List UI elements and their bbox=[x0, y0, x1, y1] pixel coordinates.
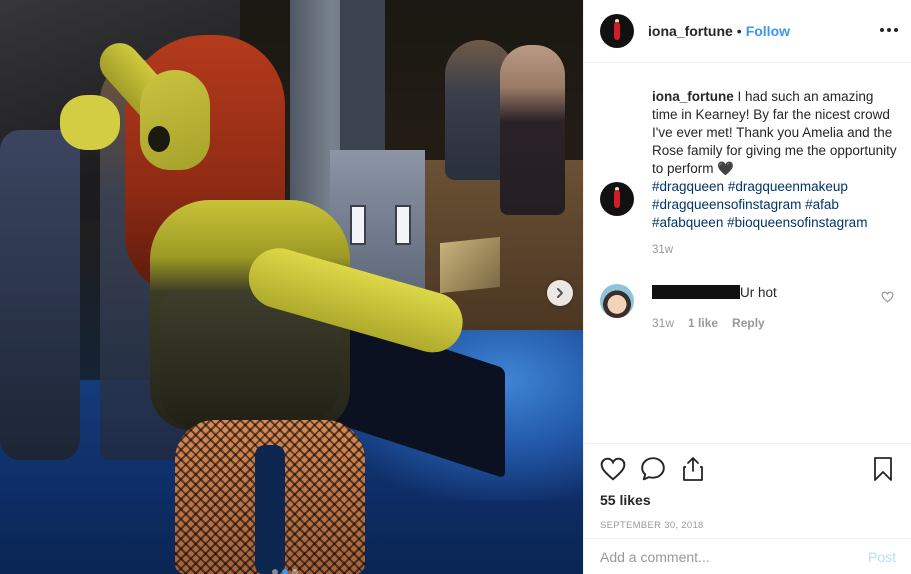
photo-performer-face bbox=[140, 70, 210, 170]
like-button[interactable] bbox=[600, 456, 626, 482]
carousel-dot bbox=[272, 569, 278, 574]
follow-button[interactable]: Follow bbox=[746, 23, 790, 39]
comment-body: Ur hot bbox=[652, 284, 900, 302]
photo-performer-hand bbox=[60, 95, 120, 150]
hashtag-link[interactable]: #dragqueensofinstagram bbox=[652, 197, 801, 212]
post-date[interactable]: SEPTEMBER 30, 2018 bbox=[584, 508, 911, 531]
caption-timestamp[interactable]: 31w bbox=[652, 244, 900, 256]
comment-composer: Post bbox=[584, 538, 911, 574]
comment: Ur hot 31w 1 like Reply bbox=[600, 284, 900, 330]
hashtag-link[interactable]: #afab bbox=[805, 197, 839, 212]
photo-prop-window bbox=[395, 205, 411, 245]
comment-timestamp[interactable]: 31w bbox=[652, 316, 674, 330]
caption-text: iona_fortune I had such an amazing time … bbox=[652, 88, 900, 232]
post-header: iona_fortune • Follow bbox=[584, 0, 911, 63]
reply-button[interactable]: Reply bbox=[732, 316, 765, 330]
photo-prop-window bbox=[350, 205, 366, 245]
comment-button[interactable] bbox=[640, 456, 666, 482]
photo-performer-mouth bbox=[148, 126, 170, 152]
photo-spectator bbox=[500, 45, 565, 215]
post-photo[interactable] bbox=[0, 0, 583, 574]
hashtag-link[interactable]: #bioqueensofinstagram bbox=[727, 215, 867, 230]
carousel-dot bbox=[282, 569, 288, 574]
photo-performer-legs-gap bbox=[255, 445, 285, 574]
photo-spectator bbox=[0, 130, 80, 460]
redacted-username bbox=[652, 285, 740, 299]
likes-count[interactable]: 55 likes bbox=[584, 482, 911, 508]
separator: • bbox=[736, 23, 742, 39]
more-horizontal-icon bbox=[880, 28, 898, 32]
avatar[interactable] bbox=[600, 14, 634, 48]
hashtag-link[interactable]: #afabqueen bbox=[652, 215, 723, 230]
share-icon bbox=[683, 457, 703, 481]
post-sidebar: iona_fortune • Follow iona_fortune I had… bbox=[583, 0, 911, 574]
bookmark-icon bbox=[874, 457, 892, 481]
photo-pillar-shadow bbox=[340, 0, 385, 150]
more-options-button[interactable] bbox=[877, 20, 901, 40]
chevron-right-icon bbox=[557, 288, 563, 298]
hashtag-link[interactable]: #dragqueenmakeup bbox=[728, 179, 848, 194]
speech-bubble-icon bbox=[641, 457, 665, 481]
comment-text: Ur hot bbox=[740, 285, 777, 300]
comment-likes[interactable]: 1 like bbox=[688, 316, 718, 330]
username[interactable]: iona_fortune bbox=[648, 23, 733, 39]
photo-bar-sign bbox=[440, 236, 500, 294]
comment-input[interactable] bbox=[600, 548, 868, 565]
heart-icon bbox=[600, 457, 626, 481]
comments-list[interactable]: iona_fortune I had such an amazing time … bbox=[584, 64, 911, 444]
caption: iona_fortune I had such an amazing time … bbox=[600, 88, 900, 256]
comment-meta: 31w 1 like Reply bbox=[652, 316, 900, 330]
caption-username[interactable]: iona_fortune bbox=[652, 89, 734, 104]
heart-icon bbox=[881, 291, 894, 303]
carousel-indicator bbox=[272, 569, 298, 574]
comment-like-button[interactable] bbox=[881, 290, 894, 308]
action-icons bbox=[584, 444, 911, 482]
carousel-dot bbox=[292, 569, 298, 574]
hashtag-link[interactable]: #dragqueen bbox=[652, 179, 724, 194]
post-comment-button[interactable]: Post bbox=[868, 549, 896, 565]
avatar[interactable] bbox=[600, 182, 634, 216]
share-button[interactable] bbox=[680, 456, 706, 482]
carousel-next-button[interactable] bbox=[547, 280, 573, 306]
action-bar: 55 likes SEPTEMBER 30, 2018 bbox=[584, 443, 911, 538]
save-button[interactable] bbox=[870, 456, 896, 482]
avatar[interactable] bbox=[600, 284, 634, 318]
